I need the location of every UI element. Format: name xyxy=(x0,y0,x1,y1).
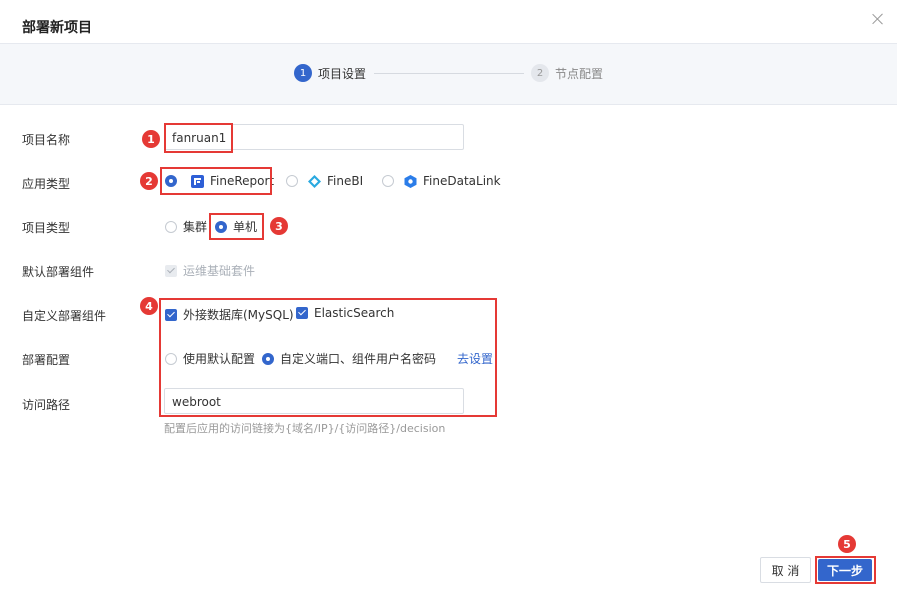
project-name-label: 项目名称 xyxy=(22,133,71,147)
access-path-label: 访问路径 xyxy=(22,398,71,412)
step-number: 1 xyxy=(294,64,312,82)
project-type-option-label: 集群 xyxy=(183,220,208,234)
deploy-project-dialog: 部署新项目 1 项目设置 2 节点配置 项目名称 fanruan1 1 应用类型… xyxy=(0,0,897,605)
default-component-ops-suite: 运维基础套件 xyxy=(165,262,255,279)
app-option-finebi[interactable]: FineBI xyxy=(286,174,363,188)
step-number: 2 xyxy=(531,64,549,82)
step-label: 节点配置 xyxy=(555,66,604,81)
cancel-button[interactable]: 取 消 xyxy=(760,557,811,583)
app-option-label: FineDataLink xyxy=(423,174,501,188)
project-type-label: 项目类型 xyxy=(22,221,71,235)
annotation-box-1 xyxy=(164,123,233,153)
app-option-finedatalink[interactable]: FineDataLink xyxy=(382,174,501,188)
finebi-icon xyxy=(308,174,321,188)
annotation-box-5 xyxy=(815,556,876,584)
annotation-badge-3: 3 xyxy=(270,217,288,235)
annotation-box-2 xyxy=(160,167,272,195)
step-node-config[interactable]: 2 节点配置 xyxy=(531,64,603,82)
step-label: 项目设置 xyxy=(318,66,367,81)
access-path-hint: 配置后应用的访问链接为{域名/IP}/{访问路径}/decision xyxy=(164,422,446,435)
radio-unselected-icon xyxy=(165,220,177,233)
project-type-cluster[interactable]: 集群 xyxy=(165,218,207,235)
annotation-box-4 xyxy=(159,298,497,417)
default-components-label: 默认部署组件 xyxy=(22,265,95,279)
checkbox-disabled-icon xyxy=(165,264,177,277)
app-option-label: FineBI xyxy=(327,174,364,188)
finedatalink-icon xyxy=(404,174,417,188)
annotation-box-3 xyxy=(209,213,264,240)
app-type-label: 应用类型 xyxy=(22,177,71,191)
default-component-label: 运维基础套件 xyxy=(183,264,256,278)
annotation-badge-2: 2 xyxy=(140,172,158,190)
close-icon[interactable] xyxy=(869,10,887,28)
step-connector xyxy=(374,73,524,74)
custom-components-label: 自定义部署组件 xyxy=(22,309,107,323)
steps-bar: 1 项目设置 2 节点配置 xyxy=(0,43,897,105)
annotation-badge-1: 1 xyxy=(142,130,160,148)
annotation-badge-4: 4 xyxy=(140,297,158,315)
dialog-title: 部署新项目 xyxy=(22,20,92,36)
annotation-badge-5: 5 xyxy=(838,535,856,553)
radio-unselected-icon xyxy=(286,175,298,187)
deploy-config-label: 部署配置 xyxy=(22,353,71,367)
step-project-settings[interactable]: 1 项目设置 xyxy=(294,64,366,82)
radio-unselected-icon xyxy=(382,175,394,187)
